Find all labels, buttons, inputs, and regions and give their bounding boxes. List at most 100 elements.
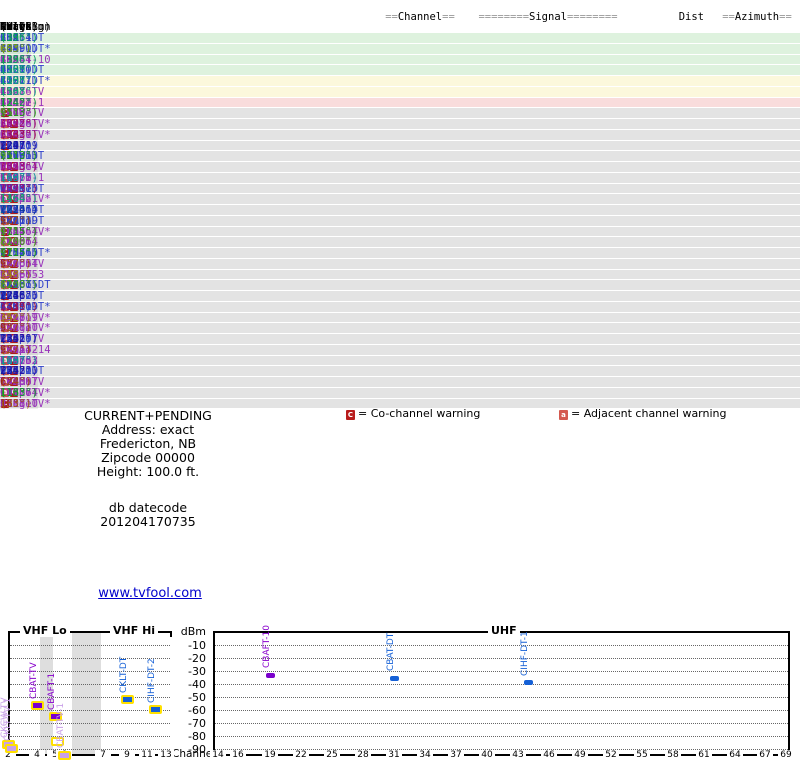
table-row: CBAT-TV4CBC22.3-56.6LOS40.7150°(168°) [0, 87, 800, 98]
table-row: CIHF-DT*12(12.1)31.1-59.7LOS40.7150°(168… [0, 76, 800, 87]
gridline-vhf [10, 645, 170, 646]
channel-tick-25: 25 [324, 750, 340, 760]
table-row: aCCBHT-311CBC-33.3-112.2Tropo144.6169°(1… [0, 356, 800, 367]
co-channel-legend-badge: C [346, 410, 355, 420]
channel-tick-46: 46 [541, 750, 557, 760]
dbm-tick-label: -10 [174, 639, 206, 652]
channel-tick-55: 55 [634, 750, 650, 760]
channel-tick-69: 69 [778, 750, 794, 760]
table-row: aCCKLT-TV*3-10.8-89.62Edge52.8305°(322°) [0, 119, 800, 130]
station-label-cbat-tv: CBAT-TV [29, 662, 39, 699]
channel-tick-49: 49 [572, 750, 588, 760]
dist-group-header: Dist [660, 12, 704, 23]
station-label-cihf-dt-1: CIHF-DT-1 [520, 631, 530, 676]
channel-tick-7: 7 [95, 750, 111, 760]
table-row: CWVII-DT7ABC-27.7-118.6Tropo126.2228°(24… [0, 291, 800, 302]
table-row: aCWABI-TV13(5.1)CBS-30.9-121.7Tropo148.0… [0, 334, 800, 345]
table-row: aCWMED-DT10(13.1)PBS-23.6-114.4Tropo74.0… [0, 205, 800, 216]
vhf-hi-label: VHF Hi [110, 624, 158, 637]
signal-marker-cklt-tv-1 [5, 744, 18, 753]
gridline-uhf [215, 710, 788, 711]
table-row: aCCJCH-TV*10CTV-38.6-117.4Tropo121.7116°… [0, 388, 800, 399]
gridline-uhf [215, 645, 788, 646]
uhf-panel-frame [213, 631, 790, 756]
gridline-vhf [10, 658, 170, 659]
channel-tick-22: 22 [293, 750, 309, 760]
signal-marker-cihf-dt-1 [524, 680, 533, 685]
signal-marker-cbat-tv [31, 701, 44, 710]
channel-tick-64: 64 [727, 750, 743, 760]
table-row: CWLBZ2(2.1)NBC-18.0-108.9Tropo131.1229°(… [0, 141, 800, 152]
channel-tick-58: 58 [665, 750, 681, 760]
signal-marker-cbaft-10 [266, 673, 275, 678]
co-channel-legend-text: = Co-channel warning [358, 409, 480, 420]
tvfool-report-page: All Channels TrueNorth N4431199124522968… [0, 0, 800, 768]
channel-tick-52: 52 [603, 750, 619, 760]
channel-tick-31: 31 [386, 750, 402, 760]
magnetic-azimuth-cell: (333°) [0, 130, 38, 141]
search-city: Fredericton, NB [38, 436, 258, 451]
signal-group-header: ========Signal======== [478, 12, 618, 23]
table-row: CBAFT-15SRC13.6-65.22Edge49.9124°(142°) [0, 98, 800, 109]
dbm-tick-label: -40 [174, 678, 206, 691]
channel-group-header: ==Channel== [382, 12, 458, 23]
channel-tick-14: 14 [210, 750, 226, 760]
gridline-vhf [10, 710, 170, 711]
db-datecode-value: 201204170735 [38, 514, 258, 529]
station-label-cklt-tv-1: CKLT-TV-1 [3, 698, 13, 741]
signal-marker-cklt-dt [121, 695, 134, 704]
dbm-tick-label: -20 [174, 652, 206, 665]
table-row: aCCBGAT-142SRC-32.4-111.2Tropo150.39°(27… [0, 345, 800, 356]
table-row: aCWAGM-TV8CBS-19.6-110.42Edge67.8305°(32… [0, 162, 800, 173]
dbm-tick-label: -80 [174, 730, 206, 743]
table-row: aCCBAT-TV*6CBC-29.1-107.9Tropo89.834°(52… [0, 313, 800, 324]
station-label-cklt-dt: CKLT-DT [119, 656, 129, 692]
channel-tick-11: 11 [139, 750, 155, 760]
signal-marker-cihf-dt-2 [149, 705, 162, 714]
dbm-tick-label: -60 [174, 704, 206, 717]
dbm-tick-label: -70 [174, 717, 206, 730]
channel-axis-label: Channel [172, 748, 214, 760]
magnetic-azimuth-cell: (27°) [0, 345, 32, 356]
azimuth-group-header: ==Azimuth== [718, 12, 796, 23]
channel-tick-34: 34 [417, 750, 433, 760]
table-row: aCCBAFT-DT11(11.1)SRC-27.7-118.5Tropo84.… [0, 280, 800, 291]
magnetic-azimuth-cell: (168°) [0, 87, 38, 98]
table-row: aCCIMT-DT*4(4.1)-28.1-118.9Tropo125.0321… [0, 302, 800, 313]
channel-tick-16: 16 [230, 750, 246, 760]
gridline-uhf [215, 723, 788, 724]
magnetic-azimuth-cell: (133°) [0, 388, 38, 399]
table-row: CIHF-DT*44(44.1)51.9-39.0LOS8.465°(83°) [0, 44, 800, 55]
signal-marker-cbat-tv-1 [58, 751, 71, 760]
gridline-uhf [215, 671, 788, 672]
magnetic-azimuth-cell: (187°) [0, 173, 38, 184]
table-row: aCCBAFT-33SRC-27.6-106.5Tropo111.831°(48… [0, 270, 800, 281]
adjacent-channel-legend-text: = Adjacent channel warning [571, 409, 727, 420]
channel-tick-9: 9 [119, 750, 135, 760]
table-row: aCCBAT-TV*6CBC-15.9-94.72Edge64.2316°(33… [0, 130, 800, 141]
station-label-cbat-tv-1: CBAT-TV-1 [56, 703, 66, 748]
tvfool-link[interactable]: www.tvfool.com [60, 586, 240, 601]
gridline-uhf [215, 658, 788, 659]
station-label-cihf-dt-2: CIHF-DT-2 [147, 658, 157, 703]
table-row: aCWMEB-DT9(12.1)PBS-36.2-127.0Tropo148.0… [0, 366, 800, 377]
table-row: aCCHAU-TV5TVA-27.6-106.4Tropo150.39°(27°… [0, 259, 800, 270]
channel-tick-19: 19 [262, 750, 278, 760]
magnetic-azimuth-cell: (27°) [0, 259, 32, 270]
dbm-tick-label: -30 [174, 665, 206, 678]
table-row: CCBAT-TV*7CBC-25.6-104.4Tropo92.497°(115… [0, 227, 800, 238]
channel-tick-40: 40 [479, 750, 495, 760]
table-row: aCCKAM-TV12-36.9-115.7Tropo101.86°(24°) [0, 377, 800, 388]
table-row: aCCBHFT-13SRC-20.2-99.0Tropo144.6169°(18… [0, 173, 800, 184]
table-row: CKCW-DT29(29.1)CTV-18.5-109.3Tropo89.095… [0, 151, 800, 162]
gridline-uhf [215, 684, 788, 685]
channel-tick-13: 13 [158, 750, 174, 760]
table-row: CCIHF-DT*27(27.1)-26.6-117.5Tropo92.497°… [0, 248, 800, 259]
adjacent-channel-legend-badge: a [559, 410, 568, 420]
table-row: CBAFT-1019SRC45.4-33.4LOS3.9139°(156°) [0, 55, 800, 66]
signal-marker-cbat-dt [390, 676, 399, 681]
uhf-label: UHF [488, 624, 520, 637]
table-row: aCCBAT-TV*4CBC-29.2-108.02Edge150.39°(27… [0, 323, 800, 334]
search-zipcode: Zipcode 00000 [38, 450, 258, 465]
gridline-vhf [10, 723, 170, 724]
